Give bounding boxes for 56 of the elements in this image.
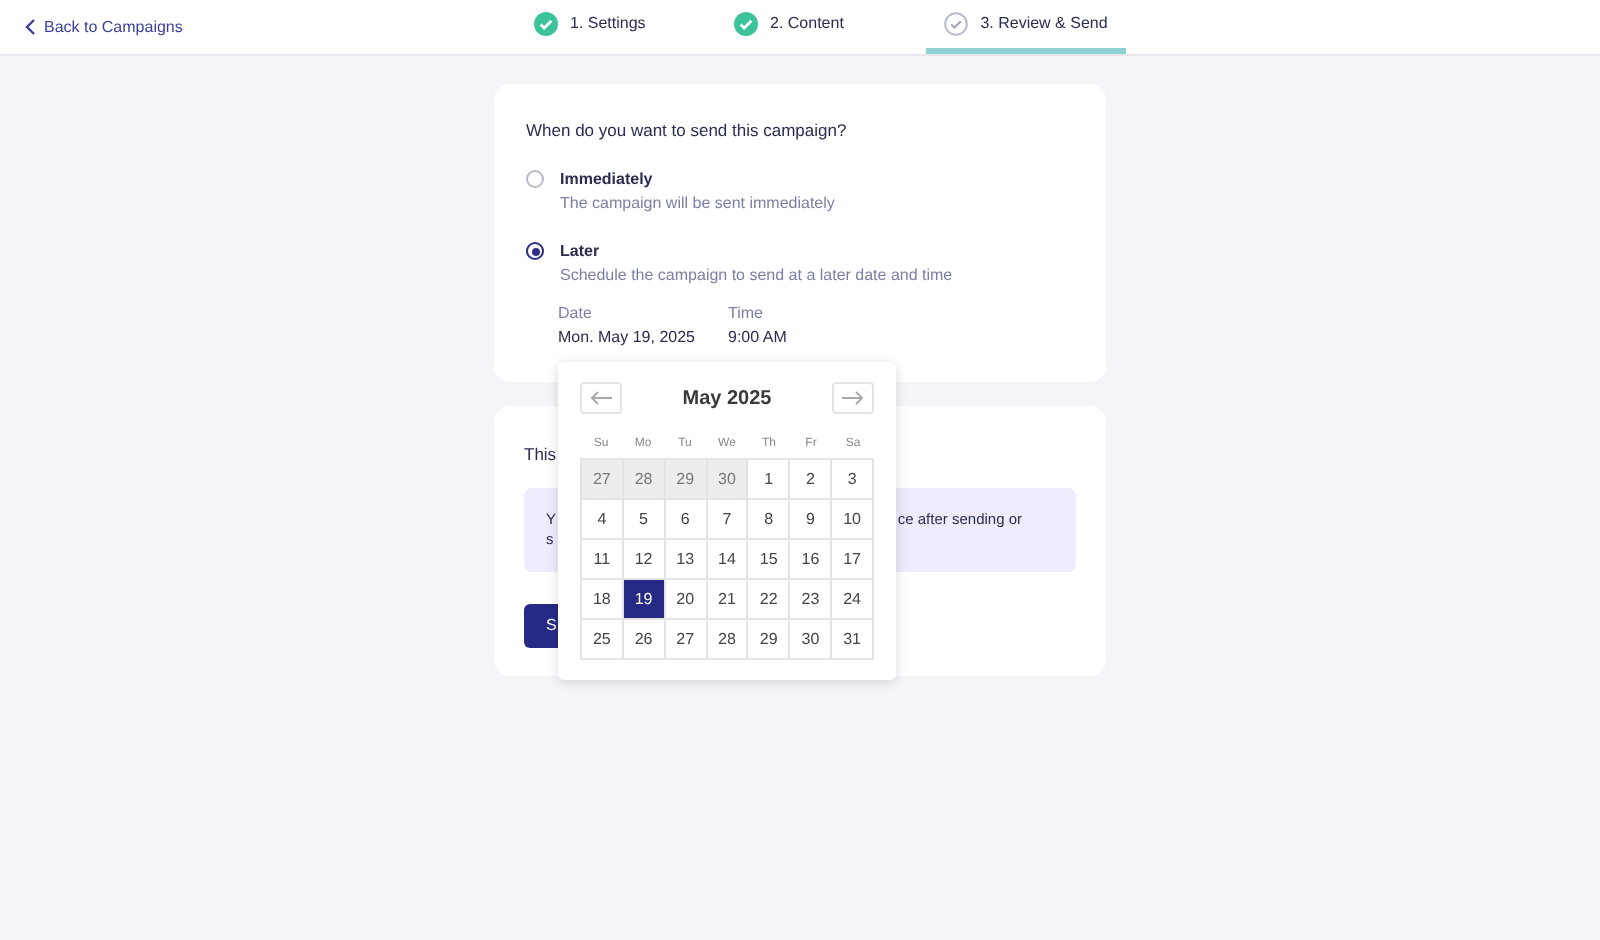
day-cell[interactable]: 3 — [832, 460, 874, 500]
radio-button[interactable] — [526, 170, 544, 188]
day-cell[interactable]: 27 — [582, 460, 624, 500]
day-cell[interactable]: 1 — [748, 460, 791, 500]
time-label: Time — [728, 302, 765, 326]
day-cell[interactable]: 28 — [623, 460, 666, 500]
radio-button[interactable] — [526, 242, 544, 260]
day-cell[interactable]: 23 — [790, 580, 833, 620]
day-cell[interactable]: 6 — [665, 500, 708, 540]
day-cell[interactable]: 20 — [665, 580, 708, 620]
day-cell[interactable]: 9 — [790, 500, 833, 540]
day-cell[interactable]: 5 — [623, 500, 666, 540]
day-cell[interactable]: 2 — [790, 460, 833, 500]
option-description: Schedule the campaign to send at a later date and time — [560, 264, 953, 288]
day-cell[interactable]: 31 — [832, 620, 874, 660]
chevron-left-icon — [24, 18, 36, 36]
step-tab[interactable]: 2. Content — [726, 0, 926, 54]
day-cell[interactable]: 17 — [832, 540, 874, 580]
day-cell[interactable]: 4 — [582, 500, 624, 540]
day-cell[interactable]: 10 — [832, 500, 874, 540]
back-link[interactable]: Back to Campaigns — [0, 0, 500, 54]
month-title: May 2025 — [682, 385, 772, 413]
step-tab[interactable]: 3. Review & Send — [926, 0, 1126, 54]
day-cell[interactable]: 30 — [707, 460, 749, 500]
day-cell[interactable]: 24 — [832, 580, 874, 620]
arrow-left-icon — [589, 390, 613, 406]
next-month-button[interactable] — [831, 382, 874, 414]
day-cell[interactable]: 12 — [623, 540, 666, 580]
step-tab[interactable]: 1. Settings — [526, 0, 726, 54]
day-cell[interactable]: 26 — [623, 620, 666, 660]
day-cell[interactable]: 15 — [748, 540, 791, 580]
day-cell[interactable]: 19 — [623, 580, 666, 620]
day-cell[interactable]: 11 — [582, 540, 624, 580]
option-description: The campaign will be sent immediately — [560, 192, 835, 216]
option-label: Later — [560, 240, 602, 264]
day-cell[interactable]: 29 — [665, 460, 708, 500]
day-cell[interactable]: 18 — [582, 580, 624, 620]
day-cell[interactable]: 8 — [748, 500, 791, 540]
day-cell[interactable]: 21 — [707, 580, 749, 620]
option-label: Immediately — [560, 168, 655, 192]
day-cell[interactable]: 13 — [665, 540, 708, 580]
day-cell[interactable]: 30 — [790, 620, 833, 660]
arrow-right-icon — [840, 390, 865, 406]
day-cell[interactable]: 14 — [707, 540, 749, 580]
question-text: When do you want to send this campaign? — [526, 118, 849, 142]
previous-month-button[interactable] — [580, 382, 622, 414]
day-cell[interactable]: 29 — [748, 620, 791, 660]
day-cell[interactable]: 16 — [790, 540, 833, 580]
day-cell[interactable]: 7 — [707, 500, 749, 540]
day-cell[interactable]: 22 — [748, 580, 791, 620]
day-cell[interactable]: 27 — [665, 620, 708, 660]
time-value[interactable]: 9:00 AM — [728, 326, 787, 350]
date-label: Date — [558, 302, 594, 326]
day-cell[interactable]: 28 — [707, 620, 749, 660]
date-value[interactable]: Mon. May 19, 2025 — [558, 326, 700, 350]
day-cell[interactable]: 25 — [582, 620, 624, 660]
